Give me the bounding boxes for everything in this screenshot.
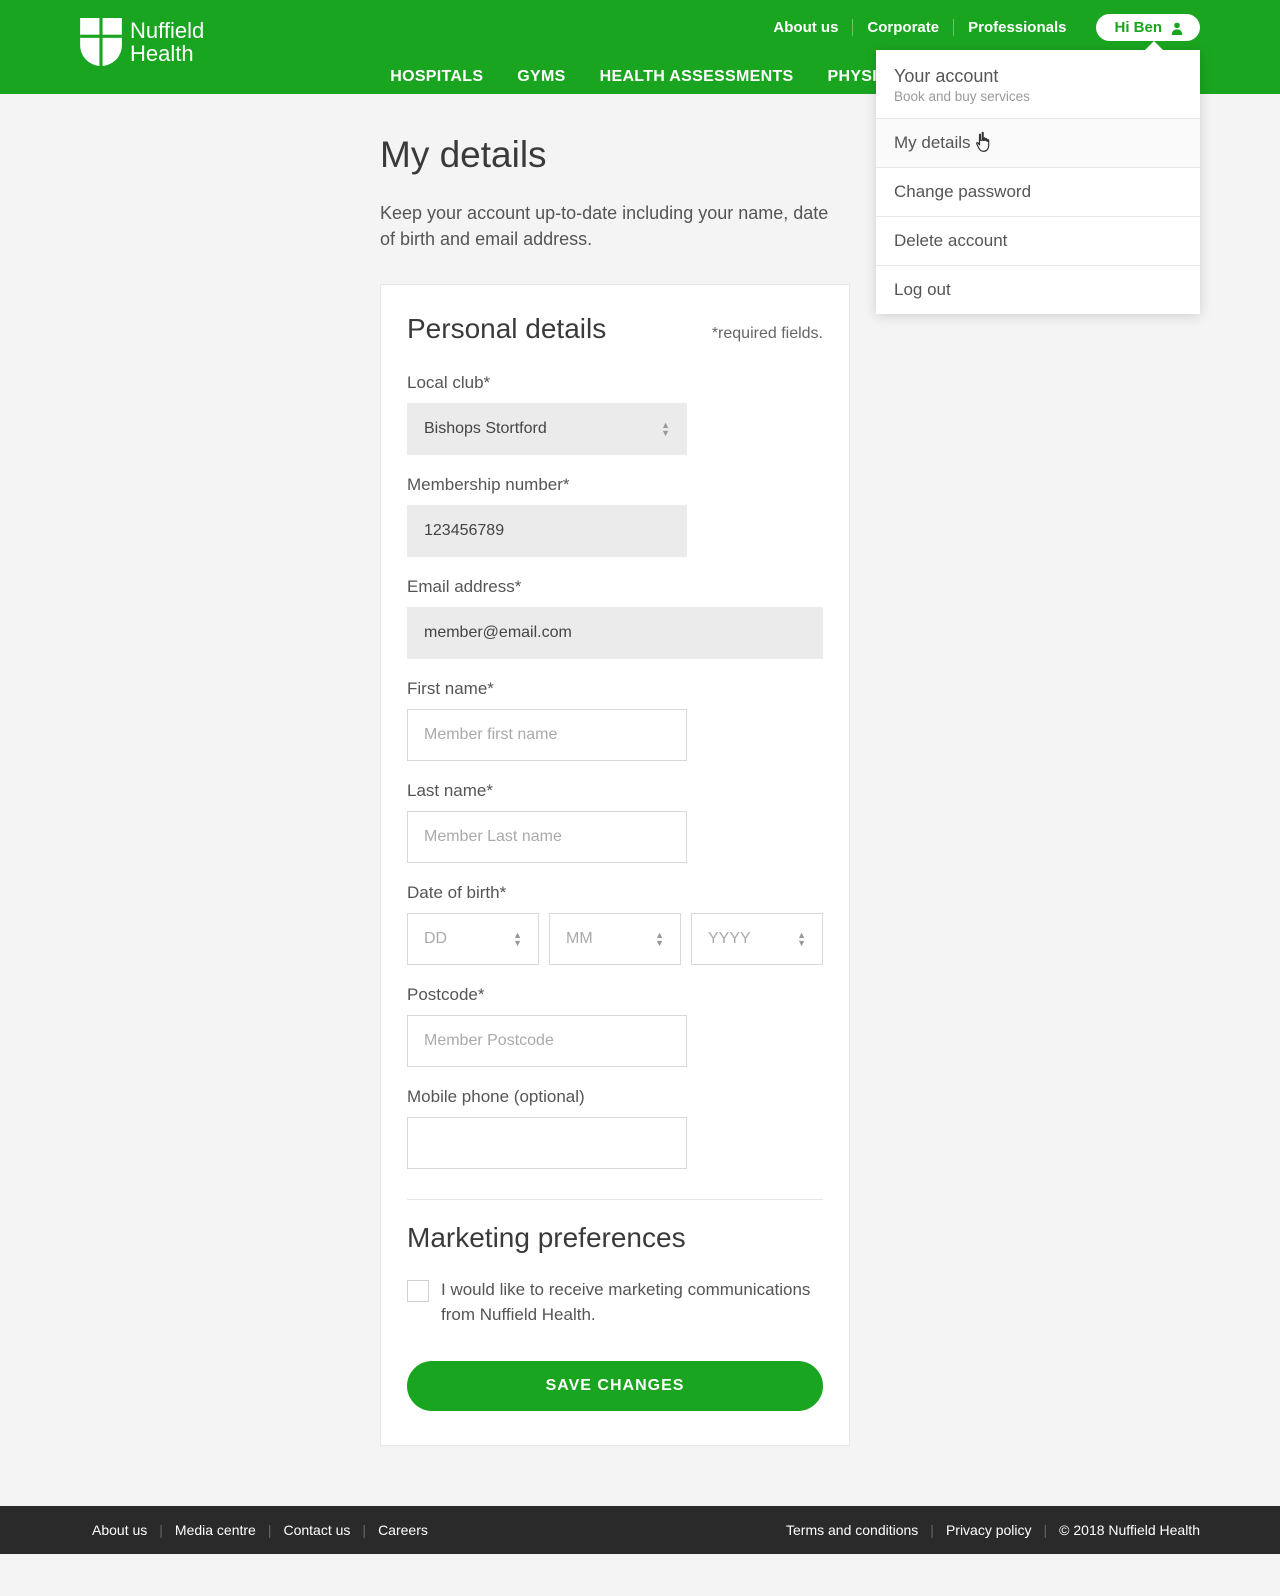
top-link-professionals[interactable]: Professionals xyxy=(954,19,1080,36)
dropdown-item-delete-account[interactable]: Delete account xyxy=(876,217,1200,266)
dob-year-select[interactable]: YYYY ▲▼ xyxy=(691,913,823,965)
dropdown-subtitle: Book and buy services xyxy=(894,89,1182,104)
marketing-preferences-heading: Marketing preferences xyxy=(407,1222,823,1254)
local-club-select[interactable]: Bishops Stortford ▲▼ xyxy=(407,403,687,455)
top-link-about[interactable]: About us xyxy=(759,19,853,36)
save-changes-button[interactable]: SAVE CHANGES xyxy=(407,1361,823,1411)
page-description: Keep your account up-to-date including y… xyxy=(380,200,840,252)
mobile-label: Mobile phone (optional) xyxy=(407,1087,823,1107)
dob-label: Date of birth* xyxy=(407,883,823,903)
marketing-checkbox[interactable] xyxy=(407,1280,429,1302)
footer-link-privacy[interactable]: Privacy policy xyxy=(934,1522,1044,1538)
dropdown-title: Your account xyxy=(894,66,1182,87)
dropdown-item-my-details[interactable]: My details xyxy=(876,119,1200,168)
postcode-label: Postcode* xyxy=(407,985,823,1005)
brand-logo[interactable]: Nuffield Health xyxy=(80,14,204,66)
account-dropdown: Your account Book and buy services My de… xyxy=(876,50,1200,314)
details-card: Personal details *required fields. Local… xyxy=(380,284,850,1446)
footer-link-media[interactable]: Media centre xyxy=(163,1522,268,1538)
nav-hospitals[interactable]: HOSPITALS xyxy=(390,68,483,86)
select-arrows-icon: ▲▼ xyxy=(655,932,664,946)
user-greeting: Hi Ben xyxy=(1114,19,1162,36)
footer-copyright: © 2018 Nuffield Health xyxy=(1047,1522,1200,1538)
footer-link-contact[interactable]: Contact us xyxy=(271,1522,362,1538)
email-input[interactable] xyxy=(407,607,823,659)
select-arrows-icon: ▲▼ xyxy=(797,932,806,946)
dropdown-header: Your account Book and buy services xyxy=(876,50,1200,119)
select-arrows-icon: ▲▼ xyxy=(513,932,522,946)
email-label: Email address* xyxy=(407,577,823,597)
site-footer: About us | Media centre | Contact us | C… xyxy=(0,1506,1280,1554)
last-name-input[interactable] xyxy=(407,811,687,863)
page-title: My details xyxy=(380,134,850,176)
select-arrows-icon: ▲▼ xyxy=(661,422,670,436)
local-club-value: Bishops Stortford xyxy=(424,420,547,438)
dropdown-item-change-password[interactable]: Change password xyxy=(876,168,1200,217)
membership-number-input[interactable] xyxy=(407,505,687,557)
footer-link-careers[interactable]: Careers xyxy=(366,1522,440,1538)
person-icon xyxy=(1170,21,1184,35)
nav-gyms[interactable]: GYMS xyxy=(517,68,565,86)
nav-health-assessments[interactable]: HEALTH ASSESSMENTS xyxy=(600,68,794,86)
local-club-label: Local club* xyxy=(407,373,823,393)
first-name-input[interactable] xyxy=(407,709,687,761)
first-name-label: First name* xyxy=(407,679,823,699)
divider xyxy=(407,1199,823,1200)
footer-link-about[interactable]: About us xyxy=(80,1522,159,1538)
cursor-hand-icon xyxy=(974,131,996,155)
mobile-input[interactable] xyxy=(407,1117,687,1169)
user-account-pill[interactable]: Hi Ben xyxy=(1096,14,1200,41)
top-link-corporate[interactable]: Corporate xyxy=(853,19,954,36)
dob-month-select[interactable]: MM ▲▼ xyxy=(549,913,681,965)
last-name-label: Last name* xyxy=(407,781,823,801)
postcode-input[interactable] xyxy=(407,1015,687,1067)
dropdown-item-logout[interactable]: Log out xyxy=(876,266,1200,314)
membership-number-label: Membership number* xyxy=(407,475,823,495)
shield-icon xyxy=(80,18,122,66)
personal-details-heading: Personal details xyxy=(407,313,606,345)
site-header: Nuffield Health About us Corporate Profe… xyxy=(0,0,1280,94)
brand-name: Nuffield Health xyxy=(130,19,204,65)
footer-link-terms[interactable]: Terms and conditions xyxy=(774,1522,930,1538)
marketing-checkbox-label: I would like to receive marketing commun… xyxy=(441,1278,823,1327)
required-fields-note: *required fields. xyxy=(712,325,823,343)
dob-day-select[interactable]: DD ▲▼ xyxy=(407,913,539,965)
